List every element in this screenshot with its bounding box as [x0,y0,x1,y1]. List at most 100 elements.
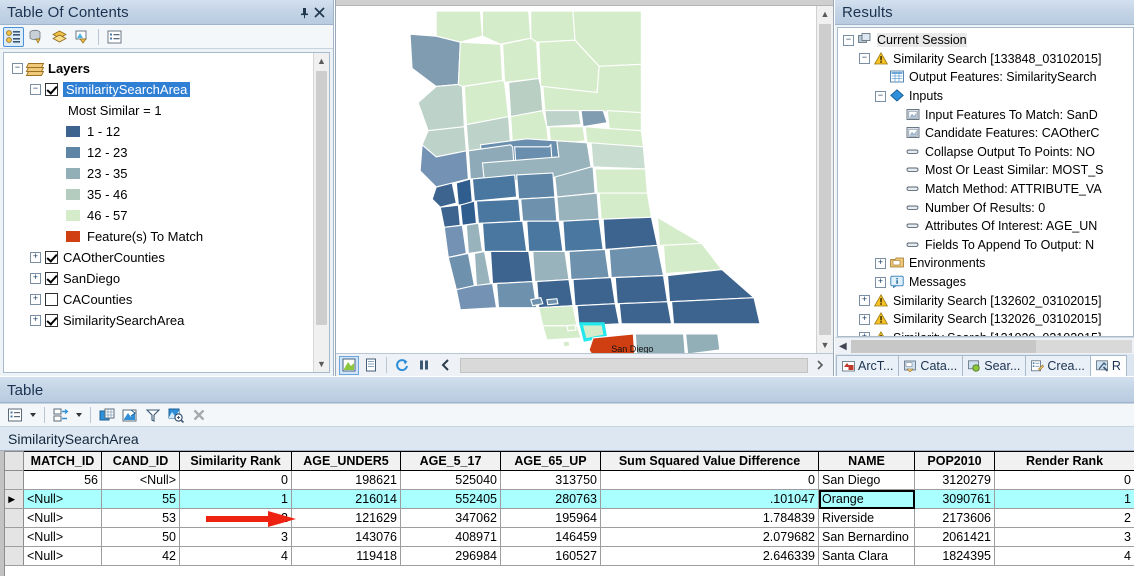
list-by-visibility-icon[interactable] [49,27,70,47]
results-tree-node[interactable]: + Similarity Search [132602_03102015] [841,291,1133,310]
table-cell[interactable]: 121629 [291,508,401,528]
table-cell[interactable]: 3 [179,527,292,547]
toc-layer-similaritysearcharea[interactable]: − SimilaritySearchArea [8,79,329,100]
column-header-sum-squared-value-difference[interactable]: Sum Squared Value Difference [600,451,819,471]
results-tree-node[interactable]: Fields To Append To Output: N [841,236,1133,255]
legend-class-2[interactable]: 12 - 23 [8,142,329,163]
table-cell[interactable]: 1 [994,489,1134,509]
table-cell[interactable]: 1824395 [914,546,995,566]
table-cell[interactable]: Santa Clara [818,546,915,566]
collapse-icon[interactable]: − [30,84,41,95]
table-cell[interactable]: <Null> [23,527,102,547]
results-tree-node[interactable]: − Inputs [841,87,1133,106]
table-cell[interactable]: <Null> [23,546,102,566]
table-cell[interactable]: 55 [101,489,180,509]
expand-icon[interactable]: + [859,332,870,336]
results-tree-node[interactable]: + Messages [841,273,1133,292]
table-cell[interactable]: Riverside [818,508,915,528]
scrollbar-thumb[interactable] [819,24,831,335]
scroll-up-icon[interactable]: ▲ [314,53,329,69]
table-cell[interactable]: 146459 [500,527,601,547]
scroll-down-icon[interactable]: ▼ [314,356,329,372]
related-tables-dropdown-icon[interactable] [76,413,82,417]
data-view-icon[interactable] [339,355,359,375]
map-horizontal-scrollbar[interactable] [460,357,808,373]
table-cell[interactable]: 4 [994,546,1134,566]
clear-selection-icon[interactable] [142,405,163,425]
legend-class-3[interactable]: 23 - 35 [8,163,329,184]
results-tree-node[interactable]: − Current Session [841,31,1133,50]
table-options-icon[interactable] [4,405,25,425]
expand-icon[interactable]: + [30,273,41,284]
table-cell[interactable]: 408971 [400,527,501,547]
dock-tab-cata[interactable]: Cata... [898,355,964,376]
scroll-right-icon[interactable] [810,356,830,375]
results-tree-node[interactable]: + Similarity Search [131920_03102015] [841,329,1133,336]
results-tree-node[interactable]: Output Features: SimilaritySearch [841,68,1133,87]
table-cell[interactable]: <Null> [101,470,180,490]
refresh-icon[interactable] [392,356,412,375]
toc-layer-caothercounties[interactable]: + CAOtherCounties [8,247,329,268]
california-choropleth-map[interactable]: San Diego [336,6,816,353]
toc-layer-cacounties[interactable]: + CACounties [8,289,329,310]
results-horizontal-scrollbar[interactable]: ◀ [835,337,1134,354]
table-cell[interactable]: 4 [179,546,292,566]
expand-icon[interactable]: + [30,294,41,305]
table-cell[interactable]: 2173606 [914,508,995,528]
related-tables-icon[interactable] [50,405,71,425]
delete-selected-icon[interactable] [188,405,209,425]
results-tree-node[interactable]: + Environments [841,254,1133,273]
toc-layer-similaritysearcharea-2[interactable]: + SimilaritySearchArea [8,310,329,331]
table-cell[interactable]: San Bernardino [818,527,915,547]
pin-icon[interactable] [297,5,312,20]
table-cell[interactable]: 3090761 [914,489,995,509]
table-cell[interactable]: 216014 [291,489,401,509]
table-cell[interactable]: 2.646339 [600,546,819,566]
legend-class-5[interactable]: 46 - 57 [8,205,329,226]
table-cell[interactable]: 552405 [400,489,501,509]
column-header-similarity-rank[interactable]: Similarity Rank [179,451,292,471]
expand-icon[interactable]: + [859,313,870,325]
legend-class-1[interactable]: 1 - 12 [8,121,329,142]
layer-checkbox[interactable] [45,251,58,264]
dock-tab-arct[interactable]: ArcT... [836,355,900,376]
toc-options-icon[interactable] [104,27,125,47]
table-cell[interactable]: 42 [101,546,180,566]
results-tree-node[interactable]: Most Or Least Similar: MOST_S [841,161,1133,180]
column-header-render-rank[interactable]: Render Rank [994,451,1134,471]
map-vertical-scrollbar[interactable]: ▲ ▼ [816,6,833,353]
table-cell[interactable]: 2 [994,508,1134,528]
scrollbar-thumb[interactable] [850,339,1036,353]
results-tree-node[interactable]: Candidate Features: CAOtherC [841,124,1133,143]
table-cell[interactable]: Orange [818,489,915,509]
expand-icon[interactable]: + [875,276,886,288]
map-canvas[interactable]: San Diego [336,6,816,353]
switch-selection-icon[interactable] [119,405,140,425]
table-cell[interactable]: 0 [179,470,292,490]
column-header-pop2010[interactable]: POP2010 [914,451,995,471]
layer-checkbox[interactable] [45,272,58,285]
table-cell[interactable]: 1 [179,489,292,509]
legend-features-to-match[interactable]: Feature(s) To Match [8,226,329,247]
results-tree-node[interactable]: Input Features To Match: SanD [841,105,1133,124]
toc-layer-sandiego[interactable]: + SanDiego [8,268,329,289]
layer-checkbox[interactable] [45,83,58,96]
scroll-down-icon[interactable]: ▼ [817,337,833,353]
table-cell[interactable]: 50 [101,527,180,547]
previous-extent-icon[interactable] [436,356,456,375]
layer-checkbox[interactable] [45,314,58,327]
toc-root-layers[interactable]: − Layers [8,58,329,79]
table-body[interactable]: 56 <Null> 0 198621 525040 313750 0 San Diego 312… [0,470,1134,566]
table-cell[interactable]: 0 [994,470,1134,490]
table-cell[interactable]: 2 [179,508,292,528]
table-cell[interactable]: 3120279 [914,470,995,490]
table-cell[interactable]: 1.784839 [600,508,819,528]
dock-tab-crea[interactable]: Crea... [1025,355,1091,376]
zoom-to-selected-icon[interactable] [165,405,186,425]
table-cell[interactable]: 2.079682 [600,527,819,547]
table-cell[interactable]: 53 [101,508,180,528]
table-cell[interactable]: 3 [994,527,1134,547]
table-cell[interactable]: 296984 [400,546,501,566]
toc-scrollbar[interactable]: ▲ ▼ [313,53,329,372]
table-row[interactable]: ▶ <Null> 55 1 216014 552405 280763.101047 Orang… [0,489,1134,509]
